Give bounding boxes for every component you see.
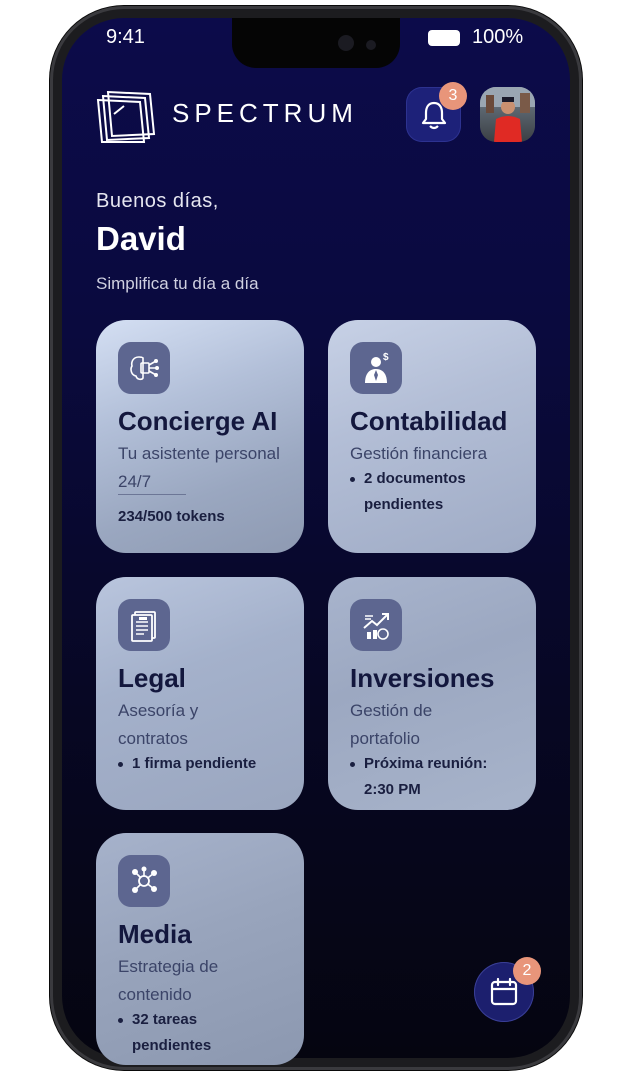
user-name: David	[96, 220, 186, 257]
card-inversiones[interactable]: Inversiones Gestión de portafolio Próxim…	[328, 577, 536, 810]
spectrum-logo-icon	[96, 90, 156, 143]
profile-photo-icon	[480, 87, 535, 142]
card-concierge-ai[interactable]: Concierge AI Tu asistente personal 24/7 …	[96, 320, 304, 553]
accountant-icon: $	[365, 352, 389, 383]
brand-name: SPECTRUM	[172, 98, 358, 128]
card-title: Media	[118, 919, 192, 949]
tagline: Simplifica tu día a día	[96, 274, 259, 293]
card-icon-box	[118, 599, 170, 651]
brain-chip-icon	[130, 356, 159, 381]
card-meta: 234/500 tokens	[118, 508, 225, 525]
camera-icon	[338, 35, 354, 51]
calendar-icon	[490, 977, 518, 1006]
investment-icon	[363, 613, 389, 640]
card-title: Legal	[118, 663, 186, 693]
card-subtitle: Tu asistente personal 24/7	[118, 444, 280, 491]
card-icon-box	[350, 599, 402, 651]
card-icon-box	[118, 342, 170, 394]
svg-text:$: $	[383, 352, 389, 363]
card-title: Inversiones	[350, 663, 495, 693]
calendar-badge: 2	[513, 957, 541, 985]
divider	[118, 494, 186, 495]
card-title: Contabilidad	[350, 406, 508, 436]
card-subtitle: Gestión financiera	[350, 444, 488, 463]
card-meta: 2 documentos pendientes	[350, 466, 514, 518]
card-subtitle: Gestión de portafolio	[350, 701, 433, 748]
battery-icon	[428, 30, 460, 46]
status-time: 9:41	[106, 26, 145, 48]
notifications-badge: 3	[439, 82, 467, 110]
card-contabilidad[interactable]: $ Contabilidad Gestión financiera 2 docu…	[328, 320, 536, 553]
card-legal[interactable]: Legal Asesoría y contratos 1 firma pendi…	[96, 577, 304, 810]
sensor-icon	[366, 40, 376, 50]
card-meta: 32 tareas pendientes	[118, 1007, 232, 1059]
card-icon-box: $	[350, 342, 402, 394]
card-meta: Próxima reunión: 2:30 PM	[350, 751, 514, 803]
avatar[interactable]	[480, 87, 535, 142]
greeting-text: Buenos días,	[96, 190, 219, 212]
card-subtitle: Asesoría y contratos	[118, 701, 199, 748]
card-title: Concierge AI	[118, 406, 278, 436]
battery-percent: 100%	[472, 26, 524, 48]
card-icon-box	[118, 855, 170, 907]
card-meta: 1 firma pendiente	[118, 751, 304, 777]
network-icon	[132, 866, 157, 893]
document-icon	[131, 611, 156, 642]
card-subtitle: Estrategia de contenido	[118, 957, 219, 1004]
card-media[interactable]: Media Estrategia de contenido 32 tareas …	[96, 833, 304, 1065]
